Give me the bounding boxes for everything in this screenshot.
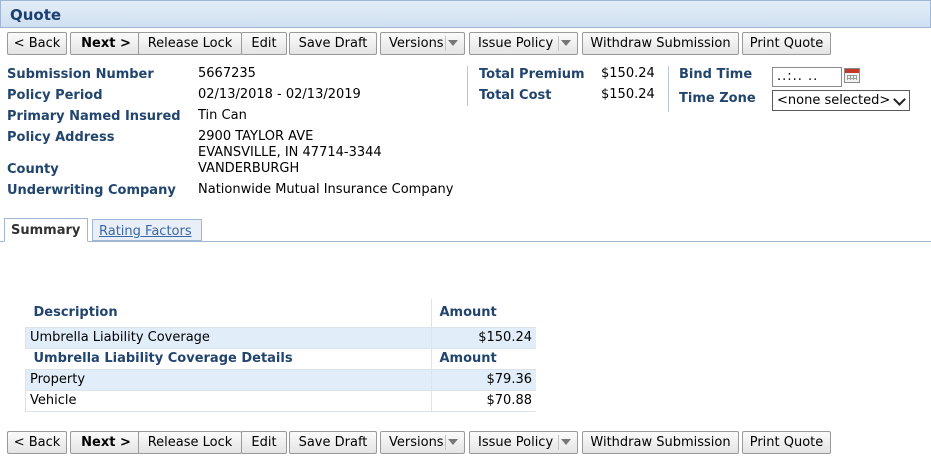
print-quote-button[interactable]: Print Quote: [742, 431, 831, 454]
row-amount: $70.88: [430, 390, 536, 412]
top-toolbar: < Back Next > Release Lock Edit Save Dra…: [7, 32, 931, 56]
release-lock-button[interactable]: Release Lock: [138, 32, 242, 55]
column-header-amount: Amount: [430, 299, 536, 328]
details-amount-header: Amount: [430, 348, 536, 370]
tab-divider: [0, 241, 931, 242]
versions-label: Versions: [389, 435, 444, 450]
policy-period-value: 02/13/2018 - 02/13/2019: [198, 87, 361, 102]
issue-policy-label: Issue Policy: [478, 36, 554, 51]
total-cost-value: $150.24: [601, 87, 655, 102]
edit-button[interactable]: Edit: [241, 32, 287, 55]
chevron-down-icon: [561, 40, 571, 46]
underwriting-company-label: Underwriting Company: [7, 183, 176, 198]
withdraw-submission-button[interactable]: Withdraw Submission: [582, 431, 739, 454]
time-zone-select[interactable]: <none selected>: [772, 90, 910, 111]
issue-policy-dropdown[interactable]: Issue Policy: [469, 431, 578, 454]
chevron-down-icon: [561, 439, 571, 445]
address-line1: 2900 TAYLOR AVE: [198, 129, 314, 144]
edit-button[interactable]: Edit: [241, 431, 287, 454]
bind-time-input[interactable]: ..:.. ..: [772, 67, 842, 87]
next-button[interactable]: Next >: [70, 32, 142, 55]
row-description: Property: [25, 369, 431, 391]
versions-dropdown[interactable]: Versions: [380, 431, 465, 454]
submission-number-label: Submission Number: [7, 67, 154, 82]
save-draft-button[interactable]: Save Draft: [289, 431, 377, 454]
bind-time-label: Bind Time: [679, 67, 753, 82]
versions-dropdown[interactable]: Versions: [380, 32, 465, 55]
page-title: Quote: [0, 0, 931, 28]
primary-insured-label: Primary Named Insured: [7, 109, 181, 124]
primary-insured-value: Tin Can: [198, 108, 247, 123]
tab-rating-factors[interactable]: Rating Factors: [92, 219, 202, 241]
underwriting-company-value: Nationwide Mutual Insurance Company: [198, 182, 454, 197]
issue-policy-label: Issue Policy: [478, 435, 554, 450]
policy-address-label: Policy Address: [7, 130, 115, 145]
table-row: Umbrella Liability Coverage $150.24: [25, 327, 536, 349]
time-zone-label: Time Zone: [679, 91, 756, 106]
issue-policy-dropdown[interactable]: Issue Policy: [469, 32, 578, 55]
address-line2: EVANSVILLE, IN 47714-3344: [198, 145, 382, 160]
withdraw-submission-button[interactable]: Withdraw Submission: [582, 32, 739, 55]
calendar-icon[interactable]: [844, 68, 860, 83]
county-value: VANDERBURGH: [198, 161, 300, 176]
divider: [467, 66, 468, 106]
total-premium-label: Total Premium: [479, 67, 585, 82]
next-button[interactable]: Next >: [70, 431, 142, 454]
county-label: County: [7, 162, 59, 177]
row-amount: $79.36: [430, 369, 536, 391]
column-header-description: Description: [25, 299, 431, 328]
chevron-down-icon: [448, 439, 458, 445]
policy-period-label: Policy Period: [7, 88, 103, 103]
row-description: Umbrella Liability Coverage: [25, 327, 431, 349]
divider: [668, 66, 669, 112]
bottom-toolbar: < Back Next > Release Lock Edit Save Dra…: [7, 431, 931, 455]
table-row: Property $79.36: [25, 369, 536, 391]
details-header: Umbrella Liability Coverage Details: [25, 348, 431, 370]
back-button[interactable]: < Back: [7, 431, 67, 454]
total-premium-value: $150.24: [601, 66, 655, 81]
table-row: Vehicle $70.88: [25, 390, 536, 412]
submission-number-value: 5667235: [198, 66, 256, 81]
release-lock-button[interactable]: Release Lock: [138, 431, 242, 454]
versions-label: Versions: [389, 36, 444, 51]
tab-summary[interactable]: Summary: [4, 218, 88, 242]
row-description: Vehicle: [25, 390, 431, 412]
summary-table: Description Amount Umbrella Liability Co…: [25, 299, 536, 412]
chevron-down-icon: [893, 93, 906, 106]
row-amount: $150.24: [430, 327, 536, 349]
total-cost-label: Total Cost: [479, 88, 552, 103]
chevron-down-icon: [448, 40, 458, 46]
print-quote-button[interactable]: Print Quote: [742, 32, 831, 55]
back-button[interactable]: < Back: [7, 32, 67, 55]
time-zone-selected-value: <none selected>: [777, 93, 891, 108]
save-draft-button[interactable]: Save Draft: [289, 32, 377, 55]
